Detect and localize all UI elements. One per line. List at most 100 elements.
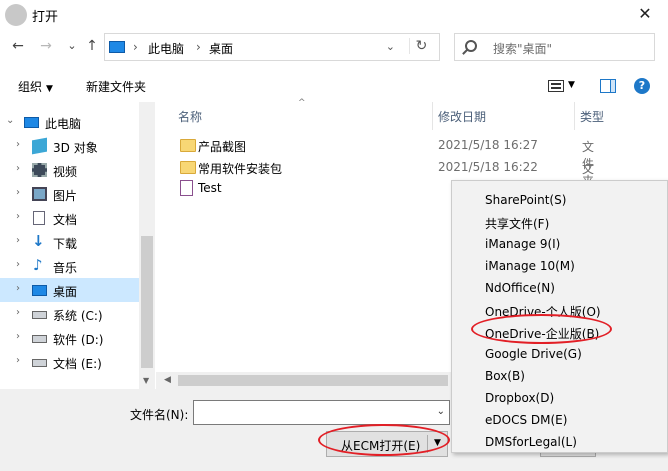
address-dropdown[interactable]: ⌄ <box>386 40 395 53</box>
menu-item-onedrive-business[interactable]: OneDrive-企业版(B) <box>452 321 667 343</box>
menu-item-label: iManage 10(M) <box>485 259 575 273</box>
menu-item-label: OneDrive-企业版(B) <box>485 327 600 341</box>
menu-item-shared-files[interactable]: 共享文件(F) <box>452 211 667 233</box>
up-button[interactable]: ↑ <box>82 38 102 54</box>
chevron-right-icon[interactable]: › <box>16 355 20 366</box>
scroll-down-icon[interactable]: ▼ <box>143 376 149 385</box>
file-name: 产品截图 <box>198 140 247 154</box>
drive-icon <box>32 359 47 367</box>
refresh-button[interactable]: ↻ <box>409 38 433 54</box>
column-header-date[interactable]: 修改日期 <box>438 108 486 125</box>
split-divider <box>427 435 428 453</box>
chevron-down-icon[interactable]: ⌄ <box>6 115 14 126</box>
file-date: 2021/5/18 16:22 <box>438 160 538 174</box>
column-header-name[interactable]: 名称 <box>178 108 202 125</box>
open-from-ecm-button[interactable]: 从ECM打开(E) ▼ <box>326 431 448 457</box>
chevron-right-icon[interactable]: › <box>16 259 20 270</box>
history-dropdown[interactable]: ⌄ <box>62 39 82 52</box>
menu-item-google-drive[interactable]: Google Drive(G) <box>452 343 667 365</box>
chevron-right-icon[interactable]: › <box>16 139 20 150</box>
menu-item-label: SharePoint(S) <box>485 193 567 207</box>
address-bar[interactable]: › 此电脑 › 桌面 ⌄ ↻ <box>104 33 440 61</box>
search-box[interactable]: 搜索"桌面" <box>454 33 655 61</box>
view-options-icon[interactable] <box>548 80 564 92</box>
app-icon <box>5 4 27 26</box>
menu-item-label: NdOffice(N) <box>485 281 555 295</box>
chevron-right-icon[interactable]: › <box>16 211 20 222</box>
file-row[interactable]: 常用软件安装包 2021/5/18 16:22 文件夹 <box>176 157 596 210</box>
menu-item-label: DMSforLegal(L) <box>485 435 577 449</box>
folder-icon <box>180 161 196 174</box>
sidebar-item-drive-e[interactable]: › 文档 (E:) <box>0 350 139 374</box>
menu-item-dropbox[interactable]: Dropbox(D) <box>452 387 667 409</box>
organize-menu[interactable]: 组织 ▼ <box>18 78 53 95</box>
drive-icon <box>32 311 47 319</box>
forward-button[interactable]: → <box>36 38 56 54</box>
menu-item-label: Dropbox(D) <box>485 391 555 405</box>
sidebar-item-3d-objects[interactable]: › 3D 对象 <box>0 134 139 158</box>
preview-pane-icon[interactable] <box>600 79 616 93</box>
folder-icon <box>180 139 196 152</box>
menu-item-label: Google Drive(G) <box>485 347 582 361</box>
menu-item-dmsforlegal[interactable]: DMSforLegal(L) <box>452 431 667 453</box>
sidebar-item-documents[interactable]: › 文档 <box>0 206 139 230</box>
menu-item-edocs-dm[interactable]: eDOCS DM(E) <box>452 409 667 431</box>
picture-icon <box>32 187 47 201</box>
sidebar-item-drive-c[interactable]: › 系统 (C:) <box>0 302 139 326</box>
chevron-down-icon: ▼ <box>46 84 53 94</box>
sidebar-item-label: 视频 <box>53 165 78 179</box>
sidebar-item-drive-d[interactable]: › 软件 (D:) <box>0 326 139 350</box>
back-button[interactable]: ← <box>8 38 28 54</box>
help-icon[interactable]: ? <box>634 78 650 94</box>
sidebar-item-videos[interactable]: › 视频 <box>0 158 139 182</box>
search-placeholder: 搜索"桌面" <box>493 42 553 56</box>
breadcrumb-desktop[interactable]: 桌面 <box>209 40 233 57</box>
menu-item-onedrive-personal[interactable]: OneDrive-个人版(O) <box>452 299 667 321</box>
chevron-right-icon[interactable]: › <box>16 187 20 198</box>
breadcrumb-separator: › <box>133 40 138 54</box>
sidebar-item-music[interactable]: › ♪ 音乐 <box>0 254 139 278</box>
chevron-down-icon[interactable]: ▼ <box>568 80 575 90</box>
menu-item-box[interactable]: Box(B) <box>452 365 667 387</box>
breadcrumb-this-pc[interactable]: 此电脑 <box>148 40 184 57</box>
close-button[interactable]: ✕ <box>622 0 668 30</box>
file-row[interactable]: 产品截图 2021/5/18 16:27 文件夹 <box>176 135 596 188</box>
organize-label: 组织 <box>18 80 43 94</box>
chevron-right-icon[interactable]: › <box>16 331 20 342</box>
open-dropdown-arrow[interactable]: ▼ <box>434 438 441 448</box>
menu-item-ndoffice[interactable]: NdOffice(N) <box>452 277 667 299</box>
menu-item-label: Box(B) <box>485 369 525 383</box>
sidebar-scrollbar[interactable]: ▼ <box>139 102 155 390</box>
menu-item-sharepoint[interactable]: SharePoint(S) <box>452 189 667 211</box>
chevron-right-icon[interactable]: › <box>16 283 20 294</box>
pc-icon <box>109 41 125 53</box>
pc-icon <box>24 117 39 128</box>
chevron-down-icon[interactable]: ⌄ <box>437 406 445 417</box>
new-folder-button[interactable]: 新建文件夹 <box>86 78 146 95</box>
cube-icon <box>32 137 47 155</box>
sidebar-item-label: 音乐 <box>53 261 78 275</box>
column-header-type[interactable]: 类型 <box>580 108 604 125</box>
sidebar-item-label: 系统 (C:) <box>53 309 103 323</box>
column-divider[interactable] <box>574 102 575 130</box>
chevron-right-icon[interactable]: › <box>16 307 20 318</box>
navigation-bar: ← → ⌄ ↑ › 此电脑 › 桌面 ⌄ ↻ 搜索"桌面" <box>0 30 668 66</box>
menu-item-imanage-10[interactable]: iManage 10(M) <box>452 255 667 277</box>
sidebar-item-label: 3D 对象 <box>53 141 98 155</box>
filename-input[interactable]: ⌄ <box>193 400 450 425</box>
download-icon: ↓ <box>32 232 45 250</box>
sidebar-item-downloads[interactable]: › ↓ 下载 <box>0 230 139 254</box>
sidebar-item-pictures[interactable]: › 图片 <box>0 182 139 206</box>
ecm-source-menu: SharePoint(S) 共享文件(F) iManage 9(I) iMana… <box>451 180 668 453</box>
chevron-right-icon[interactable]: › <box>16 163 20 174</box>
horizontal-scroll-thumb[interactable] <box>178 375 448 386</box>
scroll-left-icon[interactable]: ◀ <box>164 375 171 385</box>
sidebar-item-desktop[interactable]: › 桌面 <box>0 278 139 302</box>
title-bar: 打开 ✕ <box>0 0 668 30</box>
sidebar-item-label: 此电脑 <box>45 117 82 131</box>
column-divider[interactable] <box>432 102 433 130</box>
menu-item-imanage-9[interactable]: iManage 9(I) <box>452 233 667 255</box>
chevron-right-icon[interactable]: › <box>16 235 20 246</box>
sidebar-item-this-pc[interactable]: ⌄ 此电脑 <box>0 110 139 134</box>
sidebar-scroll-thumb[interactable] <box>141 236 153 368</box>
